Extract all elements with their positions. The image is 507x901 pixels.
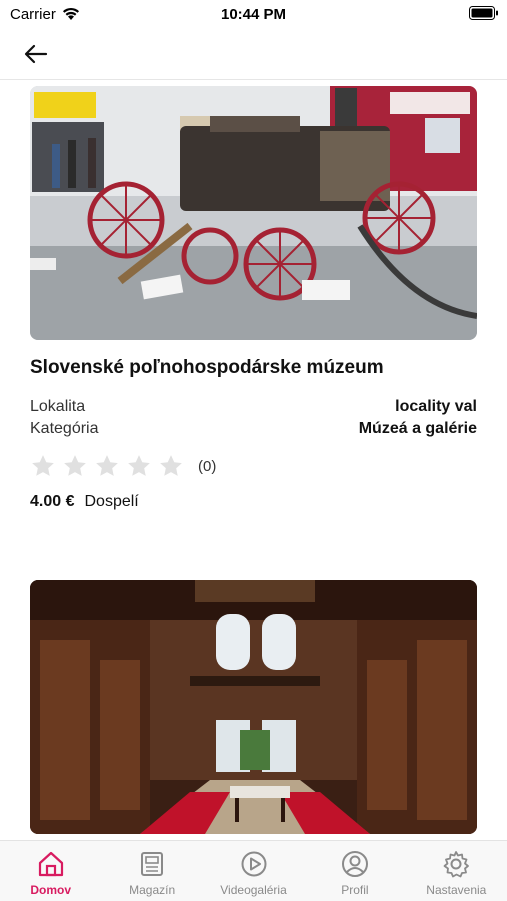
star-icon[interactable] xyxy=(158,453,184,479)
status-left: Carrier xyxy=(0,6,80,23)
star-icon[interactable] xyxy=(94,453,120,479)
play-icon xyxy=(241,851,267,877)
detail-scroll[interactable]: Slovenské poľnohospodárske múzeum Lokali… xyxy=(0,80,507,840)
tab-home[interactable]: Domov xyxy=(0,841,101,901)
category-label: Kategória xyxy=(30,420,99,437)
tab-settings[interactable]: Nastavenia xyxy=(406,841,507,901)
gear-icon xyxy=(443,851,470,878)
category-value: Múzeá a galérie xyxy=(358,420,477,437)
tab-magazine-label: Magazín xyxy=(129,883,176,897)
tab-videogallery[interactable]: Videogaléria xyxy=(203,841,304,901)
price-label: Dospelí xyxy=(84,493,139,510)
star-icon[interactable] xyxy=(126,453,152,479)
price-row: 4.00 € Dospelí xyxy=(30,493,139,511)
category-row: Kategória Múzeá a galérie xyxy=(30,420,477,438)
home-icon xyxy=(38,851,63,877)
tab-profile[interactable]: Profil xyxy=(304,841,405,901)
back-arrow-icon[interactable] xyxy=(22,40,50,68)
status-bar: Carrier 10:44 PM xyxy=(0,0,507,28)
locality-label: Lokalita xyxy=(30,398,86,415)
tab-bar: Domov Magazín Videogaléria Profil Nastav… xyxy=(0,840,507,901)
rating-count: (0) xyxy=(198,457,217,475)
rating-stars[interactable]: (0) xyxy=(30,453,216,479)
star-icon[interactable] xyxy=(30,453,56,479)
profile-icon xyxy=(341,851,368,877)
museum-title: Slovenské poľnohospodárske múzeum xyxy=(30,357,384,378)
price-value: 4.00 € xyxy=(30,493,75,510)
tab-magazine[interactable]: Magazín xyxy=(101,841,202,901)
star-icon[interactable] xyxy=(62,453,88,479)
tab-profile-label: Profil xyxy=(341,883,369,897)
battery-icon xyxy=(469,6,499,24)
museum-photo-fire-engine xyxy=(30,86,477,340)
tab-home-label: Domov xyxy=(30,883,72,897)
magazine-icon xyxy=(141,852,164,876)
status-time: 10:44 PM xyxy=(220,5,287,23)
locality-row: Lokalita locality val xyxy=(30,398,477,416)
carrier-label: Carrier xyxy=(10,5,56,23)
wifi-icon xyxy=(62,7,79,20)
navigation-bar xyxy=(0,28,507,80)
museum-photo-library xyxy=(30,580,477,834)
tab-videogallery-label: Videogaléria xyxy=(220,883,287,897)
locality-value: locality val xyxy=(395,398,477,415)
tab-settings-label: Nastavenia xyxy=(426,883,487,897)
